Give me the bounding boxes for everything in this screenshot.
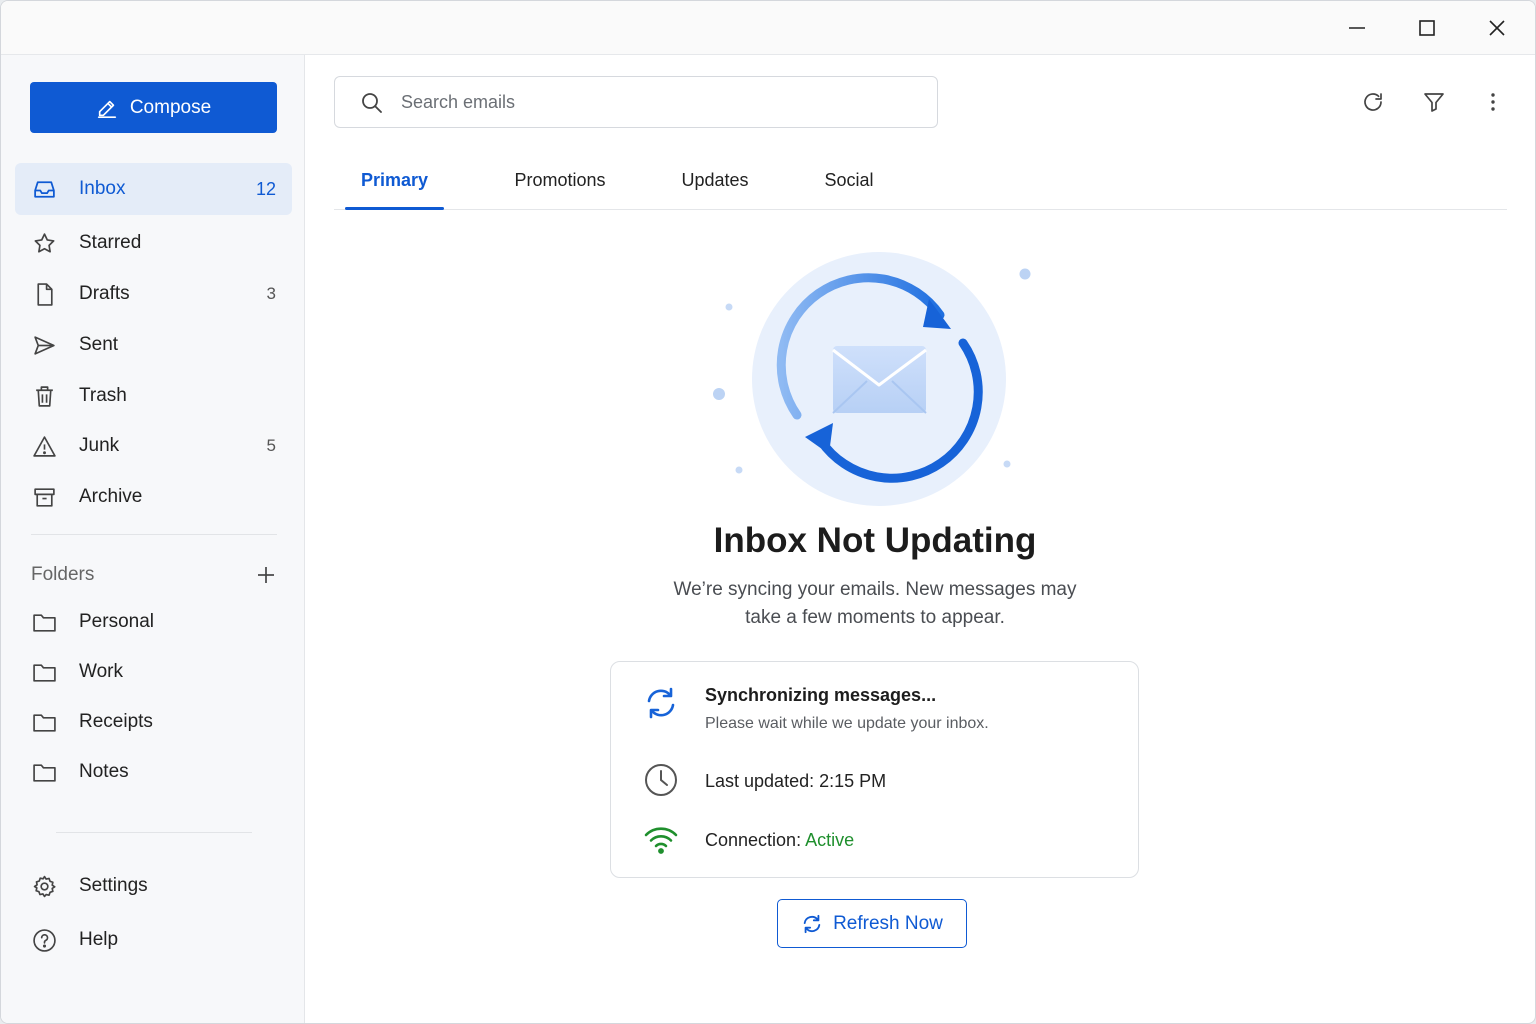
- tab-primary[interactable]: Primary: [345, 151, 444, 210]
- help-icon: [31, 927, 57, 953]
- folders-heading: Folders: [31, 564, 95, 585]
- search-bar: [334, 76, 938, 128]
- sync-status-title: Synchronizing messages...: [705, 685, 937, 705]
- sidebar-item-label: Junk: [79, 435, 120, 456]
- folder-item-work[interactable]: Work: [15, 646, 292, 698]
- junk-count: 5: [266, 436, 276, 455]
- folder-label: Work: [79, 661, 123, 682]
- sidebar-item-junk[interactable]: Junk 5: [15, 420, 292, 472]
- search-icon: [362, 93, 382, 113]
- sync-illustration: [713, 252, 1031, 506]
- refresh-icon: [803, 914, 821, 933]
- sidebar-item-label: Archive: [79, 486, 143, 507]
- refresh-now-label: Refresh Now: [833, 912, 943, 934]
- subtitle-line: take a few moments to appear.: [745, 607, 1005, 628]
- archive-icon: [31, 484, 57, 510]
- more-icon: [1491, 93, 1495, 111]
- envelope-icon: [832, 346, 927, 414]
- more-options-button[interactable]: [1475, 84, 1511, 120]
- draft-count: 3: [266, 284, 276, 303]
- warning-icon: [31, 433, 57, 459]
- minimize-button[interactable]: [1335, 7, 1379, 49]
- close-icon: [1489, 20, 1505, 36]
- sidebar-item-label: Sent: [79, 334, 119, 355]
- folder-icon: [31, 609, 57, 635]
- folder-icon: [31, 759, 57, 785]
- last-updated-text: Last updated: 2:15 PM: [705, 771, 887, 791]
- sidebar-divider: [31, 534, 277, 535]
- tab-social[interactable]: Social: [814, 151, 884, 209]
- sidebar-item-label: Trash: [79, 385, 127, 406]
- empty-state-title: Inbox Not Updating: [713, 521, 1037, 560]
- title-bar: [1, 1, 1535, 55]
- sidebar-item-label: Inbox: [79, 178, 126, 199]
- refresh-button[interactable]: [1355, 84, 1391, 120]
- folder-item-receipts[interactable]: Receipts: [15, 696, 292, 748]
- folder-label: Personal: [79, 611, 154, 632]
- refresh-now-button[interactable]: Refresh Now: [777, 899, 967, 948]
- sync-status-subtitle: Please wait while we update your inbox.: [705, 715, 989, 732]
- empty-state-subtitle: We’re syncing your emails. New messages …: [625, 576, 1125, 632]
- wifi-icon: [641, 820, 681, 860]
- folders-header: Folders: [31, 560, 277, 590]
- sidebar-item-inbox[interactable]: Inbox 12: [15, 163, 292, 215]
- sidebar-item-help[interactable]: Help: [15, 914, 292, 966]
- subtitle-line: We’re syncing your emails. New messages …: [673, 579, 1077, 600]
- sync-status-card: Synchronizing messages... Please wait wh…: [610, 661, 1139, 878]
- star-icon: [31, 230, 57, 256]
- filter-button[interactable]: [1416, 84, 1452, 120]
- add-folder-icon[interactable]: [255, 564, 277, 586]
- draft-icon: [31, 281, 57, 307]
- unread-count: 12: [255, 178, 276, 199]
- send-icon: [31, 332, 57, 358]
- sidebar: Compose Inbox 12 Starred Drafts 3 Sent T…: [1, 55, 305, 1023]
- folder-icon: [31, 659, 57, 685]
- gear-icon: [31, 873, 57, 899]
- sidebar-divider: [56, 832, 252, 833]
- tab-updates[interactable]: Updates: [670, 151, 760, 209]
- folder-icon: [31, 709, 57, 735]
- sidebar-item-settings[interactable]: Settings: [15, 860, 292, 912]
- pencil-icon: [97, 100, 116, 118]
- sidebar-item-drafts[interactable]: Drafts 3: [15, 268, 292, 320]
- filter-icon: [1424, 93, 1444, 112]
- compose-button[interactable]: Compose: [30, 82, 277, 133]
- search-input[interactable]: [401, 87, 921, 117]
- sync-icon: [641, 683, 681, 723]
- close-button[interactable]: [1475, 7, 1519, 49]
- minimize-icon: [1349, 27, 1365, 29]
- folder-item-notes[interactable]: Notes: [15, 746, 292, 798]
- connection-value: Active: [805, 830, 855, 850]
- connection-status: Connection: Active: [705, 830, 854, 851]
- sidebar-item-sent[interactable]: Sent: [15, 319, 292, 371]
- inbox-icon: [31, 176, 57, 202]
- folder-item-personal[interactable]: Personal: [15, 596, 292, 648]
- sidebar-item-starred[interactable]: Starred: [15, 217, 292, 269]
- clock-icon: [641, 760, 681, 800]
- trash-icon: [31, 383, 57, 409]
- sidebar-item-label: Help: [79, 929, 119, 950]
- tab-promotions[interactable]: Promotions: [500, 151, 620, 209]
- maximize-button[interactable]: [1405, 7, 1449, 49]
- sidebar-item-label: Drafts: [79, 283, 130, 304]
- sidebar-item-archive[interactable]: Archive: [15, 471, 292, 523]
- sidebar-item-label: Settings: [79, 875, 148, 896]
- folder-label: Notes: [79, 761, 129, 782]
- category-tabs: Primary Promotions Updates Social: [334, 151, 1507, 210]
- mail-window: Compose Inbox 12 Starred Drafts 3 Sent T…: [0, 0, 1536, 1024]
- maximize-icon: [1419, 20, 1435, 36]
- refresh-icon: [1364, 93, 1382, 111]
- folder-label: Receipts: [79, 711, 153, 732]
- compose-label: Compose: [129, 96, 212, 118]
- sidebar-item-label: Starred: [79, 232, 142, 253]
- connection-label: Connection:: [705, 830, 806, 850]
- sidebar-item-trash[interactable]: Trash: [15, 370, 292, 422]
